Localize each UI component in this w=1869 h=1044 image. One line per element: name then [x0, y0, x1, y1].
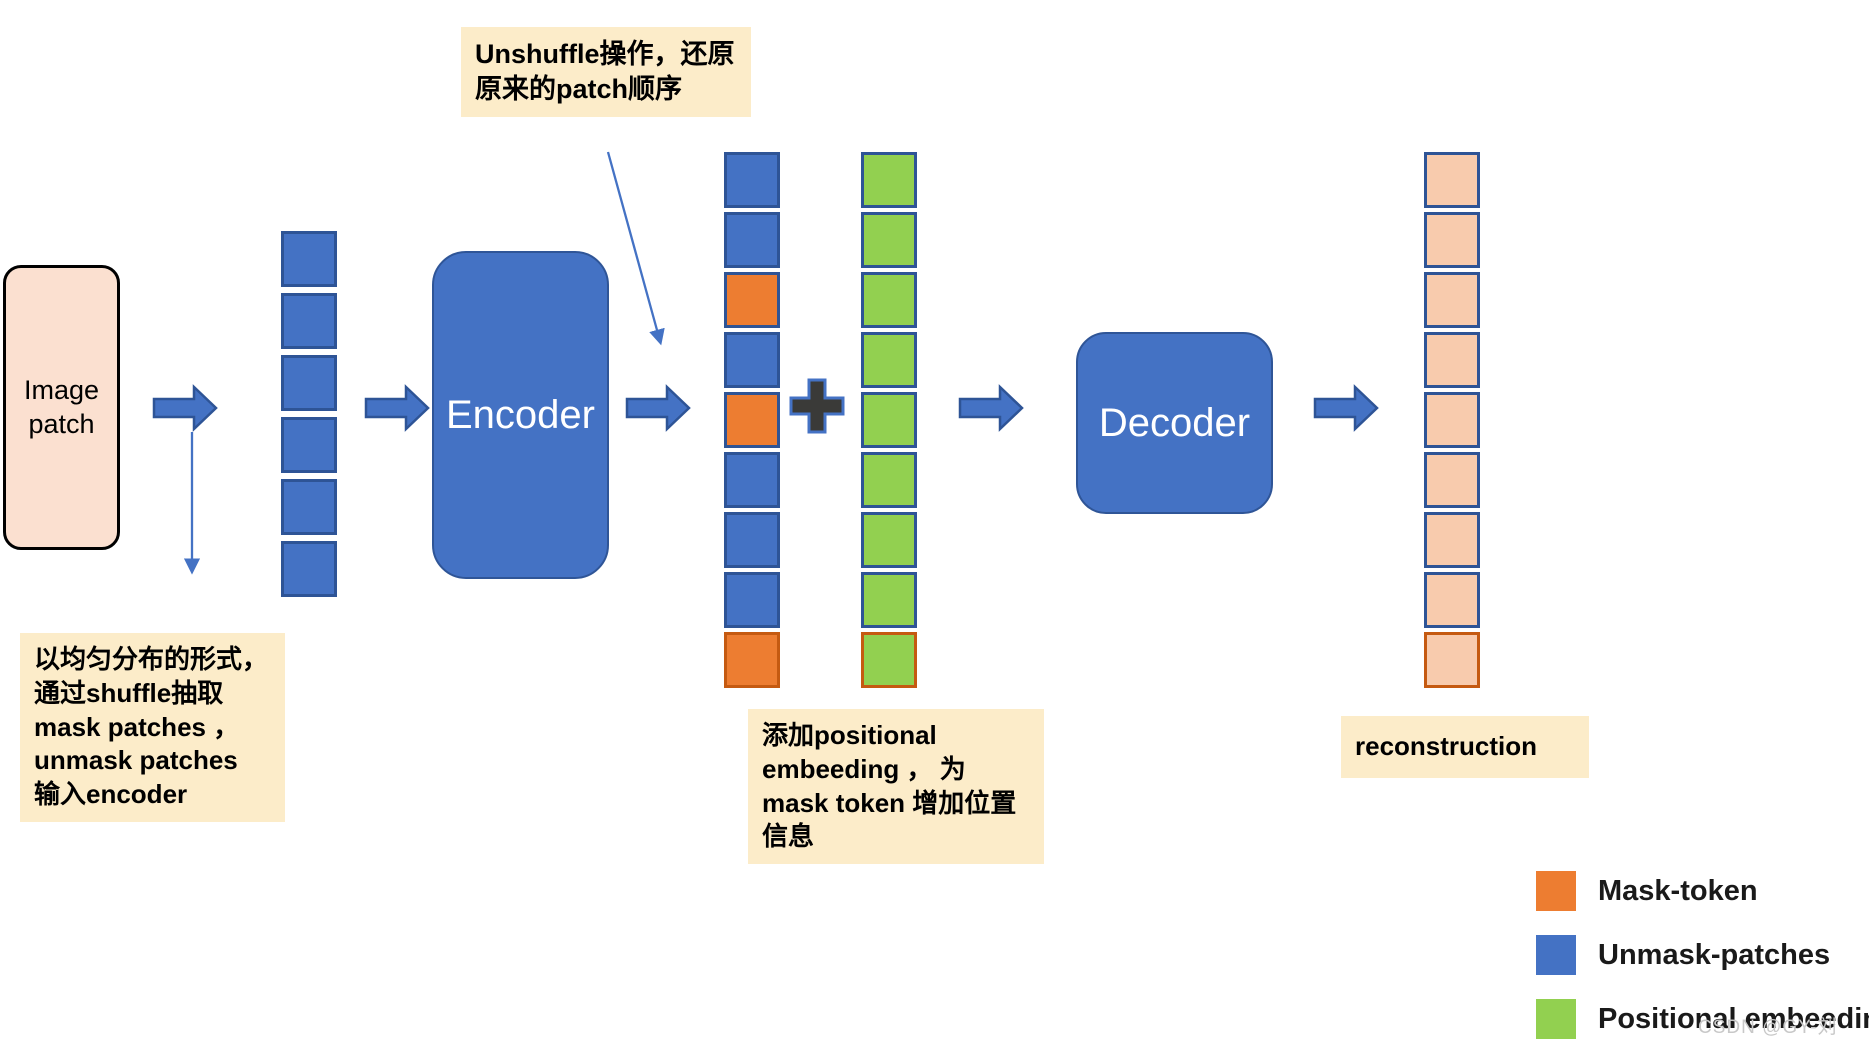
token-6: [724, 452, 780, 508]
note-reconstruction: reconstruction: [1341, 716, 1589, 778]
unmask-patch-6: [281, 541, 337, 597]
posemb-4: [861, 332, 917, 388]
unmask-patch-4: [281, 417, 337, 473]
shuffle-pointer-arrow: [183, 432, 201, 575]
posemb-6: [861, 452, 917, 508]
legend-swatch-positional-embeeding: [1536, 999, 1576, 1039]
reconstruction-patch-8: [1424, 572, 1480, 628]
diagram-canvas: Unshuffle操作，还原 原来的patch顺序 Image patch En…: [0, 0, 1869, 1044]
image-patch-label-line1: Image: [23, 374, 100, 405]
token-7: [724, 512, 780, 568]
posemb-7: [861, 512, 917, 568]
posemb-9: [861, 632, 917, 688]
reconstruction-patch-2: [1424, 212, 1480, 268]
token-9-mask: [724, 632, 780, 688]
legend-item-unmask-patches: Unmask-patches: [1536, 935, 1869, 975]
arrow-patches-to-encoder: [364, 384, 430, 432]
unmask-patch-1: [281, 231, 337, 287]
note-unshuffle: Unshuffle操作，还原 原来的patch顺序: [461, 27, 751, 118]
arrow-encoder-to-tokens: [625, 384, 691, 432]
token-3-mask: [724, 272, 780, 328]
image-patch-label-line2: patch: [28, 408, 95, 439]
image-patch-box: Image patch: [3, 265, 120, 550]
token-5-mask: [724, 392, 780, 448]
note-positional-embedding: 添加positional embeeding ， 为 mask token 增加…: [748, 709, 1044, 865]
encoder-label: Encoder: [446, 392, 595, 437]
token-8: [724, 572, 780, 628]
reconstruction-patch-9: [1424, 632, 1480, 688]
decoder-label: Decoder: [1098, 400, 1251, 445]
unmask-patch-5: [281, 479, 337, 535]
unshuffle-pointer-arrow: [606, 151, 665, 346]
legend-label-unmask-patches: Unmask-patches: [1598, 938, 1831, 971]
arrow-tokens-to-decoder: [958, 384, 1024, 432]
posemb-2: [861, 212, 917, 268]
legend-item-mask-token: Mask-token: [1536, 871, 1869, 911]
decoder-box: Decoder: [1076, 332, 1273, 514]
reconstruction-patch-4: [1424, 332, 1480, 388]
posemb-5: [861, 392, 917, 448]
legend: Mask-token Unmask-patches Positional emb…: [1536, 871, 1869, 1044]
encoder-box: Encoder: [432, 251, 609, 579]
posemb-8: [861, 572, 917, 628]
reconstruction-patch-1: [1424, 152, 1480, 208]
unmask-patch-2: [281, 293, 337, 349]
legend-item-positional-embeeding: Positional embeeding: [1536, 999, 1869, 1039]
legend-swatch-unmask-patches: [1536, 935, 1576, 975]
arrow-imagepatch-to-patches: [152, 384, 218, 432]
token-1: [724, 152, 780, 208]
token-4: [724, 332, 780, 388]
posemb-3: [861, 272, 917, 328]
legend-label-positional-embeeding: Positional embeeding: [1598, 1002, 1869, 1035]
reconstruction-patch-7: [1424, 512, 1480, 568]
reconstruction-patch-3: [1424, 272, 1480, 328]
reconstruction-patch-6: [1424, 452, 1480, 508]
plus-operator-icon: [789, 378, 845, 434]
note-shuffle: 以均匀分布的形式， 通过shuffle抽取 mask patches ， unm…: [20, 633, 285, 822]
token-2: [724, 212, 780, 268]
unmask-patch-3: [281, 355, 337, 411]
arrow-decoder-to-reconstruction: [1313, 384, 1379, 432]
posemb-1: [861, 152, 917, 208]
legend-swatch-mask-token: [1536, 871, 1576, 911]
reconstruction-patch-5: [1424, 392, 1480, 448]
legend-label-mask-token: Mask-token: [1598, 874, 1758, 907]
